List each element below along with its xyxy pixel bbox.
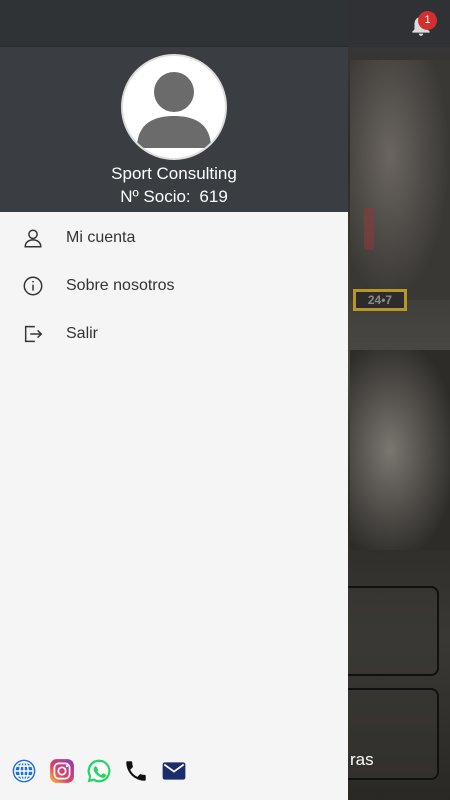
background-image-blur (350, 60, 450, 300)
avatar[interactable] (121, 54, 227, 160)
member-number-value: 619 (199, 187, 228, 206)
user-icon (24, 229, 42, 248)
social-links (0, 758, 348, 786)
instagram-icon[interactable] (49, 758, 75, 784)
background-image-blur-lower (350, 350, 450, 550)
drawer-header-bar (0, 0, 348, 47)
notification-badge: 1 (418, 11, 437, 30)
member-label: Nº Socio: (120, 187, 191, 206)
menu-item-label: Sobre nosotros (66, 277, 175, 294)
background-sign: 24•7 (353, 289, 407, 311)
menu-item-label: Salir (66, 325, 99, 342)
background-red-shape (364, 208, 374, 250)
menu-item-mi-cuenta[interactable]: Mi cuenta (0, 214, 348, 262)
background-card-label: ras (350, 750, 374, 769)
menu-item-sobre-nosotros[interactable]: Sobre nosotros (0, 262, 348, 310)
globe-icon[interactable] (11, 758, 37, 784)
menu-item-label: Mi cuenta (66, 229, 136, 246)
drawer-menu: Mi cuenta Sobre nosotros Salir (0, 214, 348, 358)
profile-name: Sport Consulting (111, 164, 237, 183)
drawer-header: Sport Consulting Nº Socio: 619 (0, 0, 348, 212)
info-icon (23, 276, 43, 296)
logout-icon (24, 325, 43, 343)
avatar-placeholder-icon (123, 56, 225, 158)
member-number: Nº Socio: 619 (0, 187, 348, 207)
navigation-drawer: Sport Consulting Nº Socio: 619 Mi cuenta… (0, 0, 348, 800)
mail-icon[interactable] (161, 758, 187, 784)
menu-item-salir[interactable]: Salir (0, 310, 348, 358)
phone-icon[interactable] (123, 758, 149, 784)
whatsapp-icon[interactable] (86, 758, 112, 784)
